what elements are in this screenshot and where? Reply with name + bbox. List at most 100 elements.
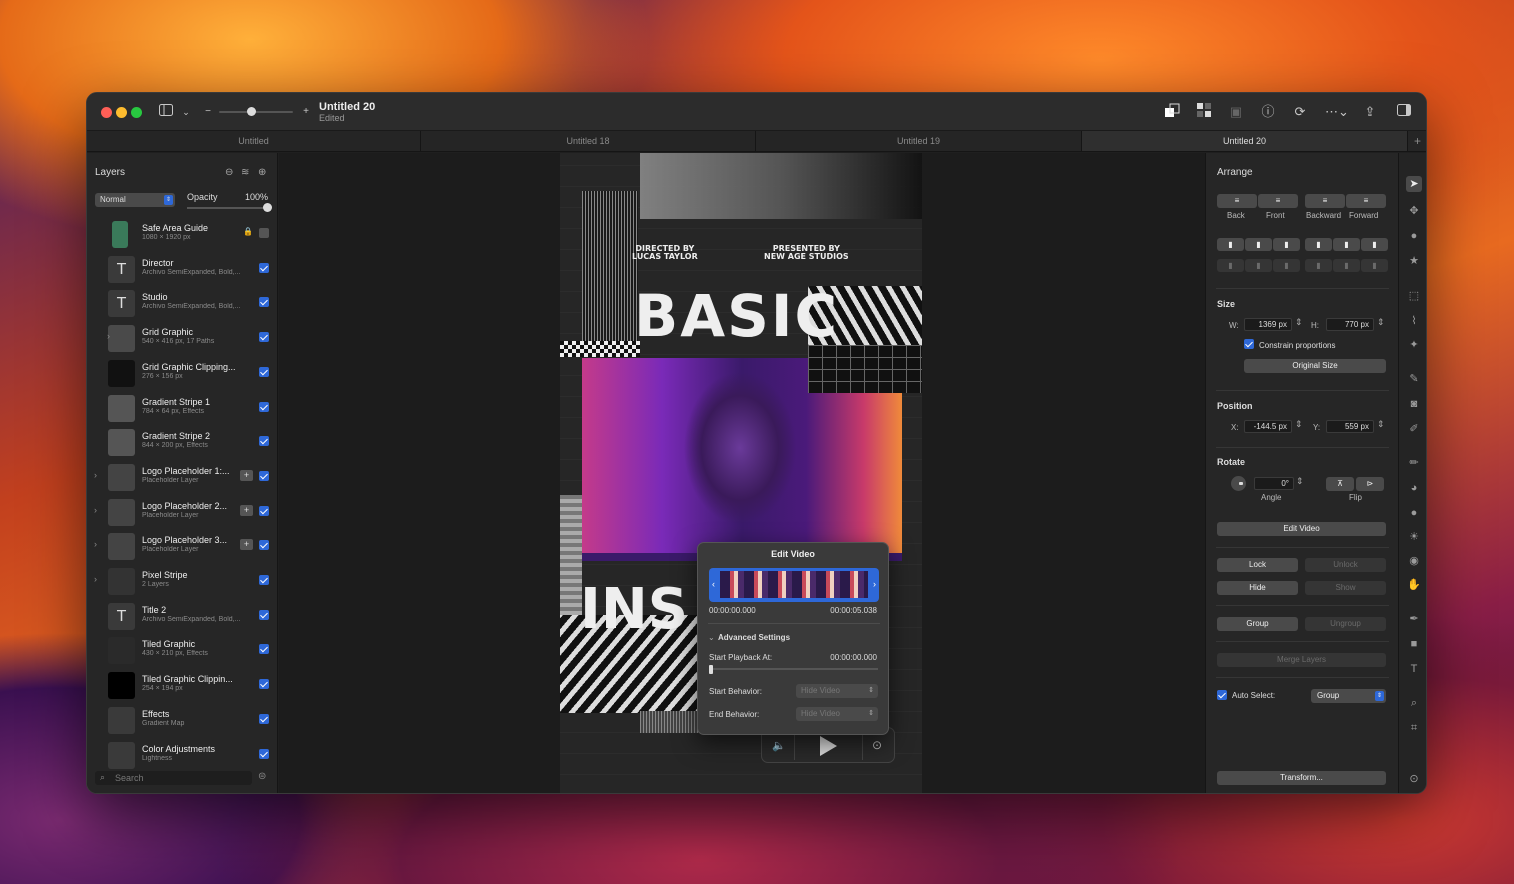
angle-stepper-icon[interactable]: ⇕ (1296, 476, 1304, 487)
trim-start-handle-icon[interactable]: ‹ (712, 579, 715, 589)
send-backward-button[interactable]: ≡ (1305, 194, 1345, 208)
distribute-button[interactable]: ▮ (1305, 259, 1332, 272)
zoom-tool-icon[interactable]: ⌕ (1406, 695, 1422, 711)
layer-row[interactable]: T Title 2 Archivo SemiExpanded, Bold,... (87, 599, 278, 634)
filter-icon[interactable]: ⊜ (258, 771, 266, 782)
group-button[interactable]: Group (1217, 617, 1298, 631)
layer-row[interactable]: Tiled Graphic 430 × 210 px, Effects (87, 633, 278, 668)
tab-untitled[interactable]: Untitled (87, 131, 421, 151)
chevron-down-icon[interactable]: ⌄ (177, 103, 195, 121)
visibility-checkbox[interactable] (259, 575, 269, 585)
inspector-toggle-icon[interactable] (1395, 103, 1413, 121)
align-button[interactable]: ▮ (1361, 238, 1388, 251)
layer-row[interactable]: Logo Placeholder 2... Placeholder Layer › + (87, 495, 278, 530)
show-button[interactable]: Show (1305, 581, 1386, 595)
y-input[interactable]: 559 px (1326, 420, 1374, 433)
layer-row[interactable]: Grid Graphic 540 × 416 px, 17 Paths › (87, 321, 278, 356)
send-to-back-button[interactable]: ≡ (1217, 194, 1257, 208)
lock-icon[interactable]: 🔒 (243, 227, 253, 236)
pencil-icon[interactable]: ✏ (1406, 455, 1422, 471)
ungroup-button[interactable]: Ungroup (1305, 617, 1386, 631)
layer-search-input[interactable]: ⌕ Search (95, 771, 252, 785)
minimize-window-button[interactable] (116, 107, 127, 118)
crop-icon[interactable]: ⌗ (1406, 720, 1422, 736)
brush-icon[interactable]: ✎ (1406, 371, 1422, 387)
layer-row[interactable]: Effects Gradient Map (87, 703, 278, 738)
original-size-button[interactable]: Original Size (1244, 359, 1386, 373)
edit-video-button[interactable]: Edit Video (1217, 522, 1386, 536)
layer-row[interactable]: Grid Graphic Clipping... 276 × 156 px (87, 356, 278, 391)
bucket-icon[interactable]: ◙ (1406, 396, 1422, 412)
visibility-checkbox[interactable] (259, 644, 269, 655)
visibility-checkbox[interactable] (259, 470, 269, 481)
mask-icon[interactable] (1163, 103, 1181, 121)
zoom-in-icon[interactable]: + (297, 103, 315, 121)
visibility-checkbox[interactable] (259, 262, 269, 273)
advanced-settings-toggle[interactable]: Advanced Settings (718, 633, 790, 642)
hide-button[interactable]: Hide (1217, 581, 1298, 595)
collapse-icon[interactable]: ⊖ (225, 167, 233, 178)
align-button[interactable]: ▮ (1245, 238, 1272, 251)
hand-icon[interactable]: ✋ (1406, 577, 1422, 593)
video-trim-strip[interactable]: ‹ › (709, 568, 879, 602)
move-tool-icon[interactable]: ✥ (1406, 203, 1422, 219)
constrain-proportions-checkbox[interactable] (1244, 339, 1254, 349)
width-stepper-icon[interactable]: ⇕ (1295, 317, 1303, 328)
start-behavior-select[interactable]: Hide Video ⇕ (796, 684, 878, 698)
add-placeholder-icon[interactable]: + (240, 469, 253, 481)
zoom-window-button[interactable] (131, 107, 142, 118)
angle-dial[interactable] (1231, 476, 1246, 491)
eraser-icon[interactable]: ✐ (1406, 421, 1422, 437)
pattern-icon[interactable] (1195, 103, 1213, 121)
expand-chevron-icon[interactable]: › (94, 470, 97, 480)
visibility-checkbox[interactable] (259, 436, 269, 447)
visibility-checkbox[interactable] (259, 401, 269, 412)
smudge-icon[interactable]: ◉ (1406, 553, 1422, 569)
layer-row[interactable]: T Director Archivo SemiExpanded, Bold,... (87, 252, 278, 287)
distribute-button[interactable]: ▮ (1273, 259, 1300, 272)
more-playback-icon[interactable]: ⊙ (872, 738, 882, 752)
add-placeholder-icon[interactable]: + (240, 504, 253, 516)
align-button[interactable]: ▮ (1333, 238, 1360, 251)
visibility-checkbox[interactable] (259, 609, 269, 620)
x-stepper-icon[interactable]: ⇕ (1295, 419, 1303, 430)
disclosure-chevron-icon[interactable]: ⌄ (708, 633, 715, 642)
flip-horizontal-button[interactable]: ⊼ (1326, 477, 1354, 491)
layer-row[interactable]: Logo Placeholder 3... Placeholder Layer › + (87, 529, 278, 564)
expand-chevron-icon[interactable]: › (107, 331, 110, 341)
distribute-button[interactable]: ▮ (1361, 259, 1388, 272)
tab-untitled-19[interactable]: Untitled 19 (756, 131, 1082, 151)
clone-icon[interactable]: ◕ (1406, 480, 1422, 496)
y-stepper-icon[interactable]: ⇕ (1377, 419, 1385, 430)
zoom-out-icon[interactable]: − (199, 103, 217, 121)
blur-icon[interactable]: ● (1406, 505, 1422, 521)
visibility-checkbox[interactable] (259, 679, 269, 690)
visibility-checkbox[interactable] (259, 228, 269, 238)
add-layer-icon[interactable]: ⊕ (258, 167, 266, 178)
add-placeholder-icon[interactable]: + (240, 539, 253, 551)
x-input[interactable]: -144.5 px (1244, 420, 1292, 433)
rect-select-icon[interactable]: ⬚ (1406, 288, 1422, 304)
star-tool-icon[interactable]: ★ (1406, 253, 1422, 269)
distribute-button[interactable]: ▮ (1245, 259, 1272, 272)
visibility-checkbox[interactable] (259, 748, 269, 759)
align-button[interactable]: ▮ (1273, 238, 1300, 251)
sun-icon[interactable]: ☀ (1406, 529, 1422, 545)
blend-mode-select[interactable]: Normal ⇕ (95, 193, 175, 207)
angle-input[interactable]: 0° (1254, 477, 1294, 490)
width-input[interactable]: 1369 px (1244, 318, 1292, 331)
opacity-slider[interactable] (187, 203, 272, 212)
trim-end-handle-icon[interactable]: › (873, 579, 876, 589)
end-behavior-select[interactable]: Hide Video ⇕ (796, 707, 878, 721)
new-tab-button[interactable]: + (1408, 131, 1426, 151)
tab-untitled-18[interactable]: Untitled 18 (421, 131, 756, 151)
layer-row[interactable]: Logo Placeholder 1:... Placeholder Layer ›… (87, 460, 278, 495)
height-input[interactable]: 770 px (1326, 318, 1374, 331)
unlock-button[interactable]: Unlock (1305, 558, 1386, 572)
pen-icon[interactable]: ✒ (1406, 611, 1422, 627)
layer-row[interactable]: Safe Area Guide 1080 × 1920 px 🔒 (87, 217, 278, 252)
distribute-button[interactable]: ▮ (1333, 259, 1360, 272)
layer-row[interactable]: Gradient Stripe 2 844 × 200 px, Effects (87, 425, 278, 460)
portrait-icon[interactable]: ▣ (1227, 103, 1245, 121)
shape-tool-icon[interactable]: ● (1406, 228, 1422, 244)
